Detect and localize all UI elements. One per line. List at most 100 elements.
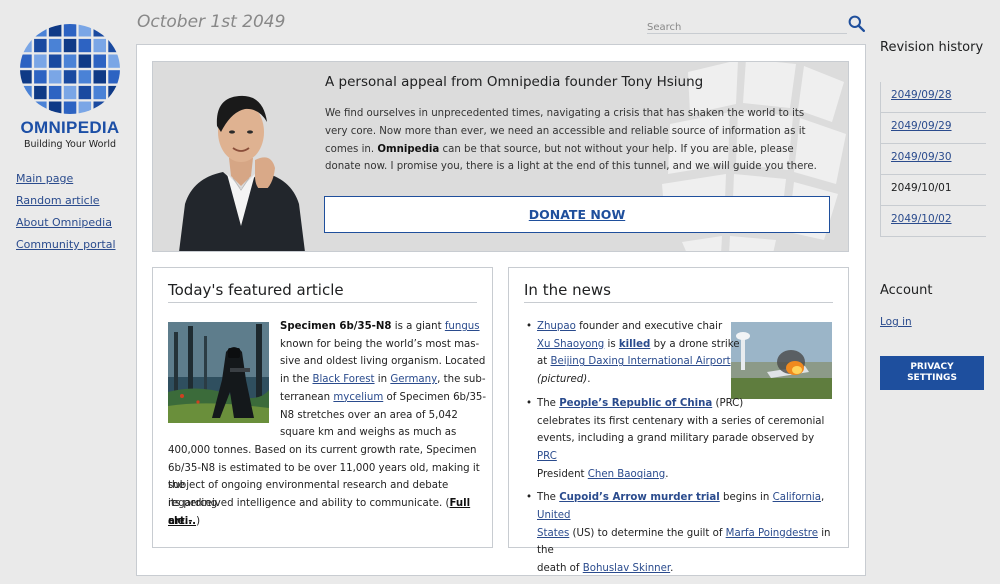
logo-tagline: Building Your World [23, 139, 117, 150]
revision-link[interactable]: 2049/09/28 [881, 82, 986, 113]
news-item: Zhupao founder and executive chair Xu Sh… [524, 318, 834, 389]
link-marfa-poingdestre[interactable]: Marfa Poingdestre [726, 528, 818, 539]
pictured-note: (pictured) [537, 374, 588, 386]
donate-now-button[interactable]: DONATE NOW [324, 196, 830, 233]
text: begins in [719, 492, 773, 504]
appeal-title: A personal appeal from Omnipedia founder… [325, 74, 704, 90]
globe-tile [78, 101, 92, 114]
text: , the sub- [437, 374, 486, 386]
link-prc-abbr[interactable]: PRC [537, 451, 557, 462]
search-input[interactable] [647, 20, 837, 35]
text: events, including a grand military parad… [537, 433, 815, 445]
link-california[interactable]: California [773, 492, 821, 503]
text: The [537, 492, 560, 504]
divider [524, 302, 833, 303]
globe-tile [108, 101, 120, 114]
link-airport[interactable]: Beijing Daxing International Airport [550, 356, 730, 367]
privacy-label-line2: SETTINGS [907, 373, 957, 383]
link-chen-baoqiang[interactable]: Chen Baoqiang [588, 469, 665, 480]
globe-tile [108, 54, 120, 68]
link-killed[interactable]: killed [619, 339, 650, 350]
featured-title: Today's featured article [168, 281, 344, 299]
link-xu-shaoyong[interactable]: Xu Shaoyong [537, 339, 604, 350]
login-link[interactable]: Log in [880, 316, 912, 328]
left-navigation: Main page Random article About Omnipedia… [16, 172, 116, 260]
privacy-settings-button[interactable]: PRIVACY SETTINGS [880, 356, 984, 390]
globe-tile [93, 85, 106, 100]
featured-line: square km and weighs as much as [280, 427, 457, 439]
link-zhupao[interactable]: Zhupao [537, 321, 576, 332]
logo-wordmark: OMNIPEDIA [20, 118, 120, 137]
globe-tile [108, 24, 120, 37]
link-prc[interactable]: People’s Republic of China [559, 398, 712, 409]
appeal-body: We find ourselves in unprecedented times… [325, 105, 825, 176]
text: is [604, 338, 619, 350]
link-germany[interactable]: Germany [390, 374, 437, 385]
globe-tile [63, 101, 77, 114]
account-title: Account [880, 283, 933, 298]
featured-article-image[interactable] [168, 322, 269, 423]
nav-about[interactable]: About Omnipedia [16, 216, 116, 229]
featured-line: cle...) [168, 513, 200, 531]
text: at [537, 356, 551, 368]
privacy-button-label: PRIVACY SETTINGS [907, 362, 957, 384]
globe-tile [34, 54, 47, 68]
globe-tile [93, 70, 106, 84]
globe-tile [48, 85, 62, 100]
link-mycelium[interactable]: mycelium [333, 392, 383, 403]
text: ) [196, 515, 201, 527]
globe-logo-icon [20, 24, 120, 114]
text: celebrates its first centenary with a se… [537, 415, 825, 427]
globe-tile [63, 54, 77, 68]
text: . [665, 468, 669, 480]
revision-current: 2049/10/01 [881, 175, 986, 206]
globe-tile [20, 85, 32, 100]
globe-tile [34, 70, 47, 84]
globe-tile [63, 24, 77, 37]
nav-random-article[interactable]: Random article [16, 194, 116, 207]
globe-tile [108, 70, 120, 84]
link-murder-trial[interactable]: Cupoid’s Arrow murder trial [559, 492, 720, 503]
privacy-label-line1: PRIVACY [910, 362, 954, 372]
revision-link[interactable]: 2049/09/29 [881, 113, 986, 144]
globe-tile [48, 24, 62, 37]
revision-link[interactable]: 2049/09/30 [881, 144, 986, 175]
globe-tile [48, 38, 62, 53]
text: . [670, 563, 674, 575]
globe-tile [20, 54, 32, 68]
globe-tile [20, 101, 32, 114]
globe-tile [34, 24, 47, 37]
revision-link[interactable]: 2049/10/02 [881, 206, 986, 237]
globe-tile [78, 54, 92, 68]
news-title: In the news [524, 281, 611, 299]
globe-tile [48, 70, 62, 84]
featured-line: in the Black Forest in Germany, the sub- [280, 371, 486, 389]
featured-line: Specimen 6b/35-N8 is a giant fungus [280, 318, 480, 336]
text: terranean [280, 391, 334, 403]
nav-community-portal[interactable]: Community portal [16, 238, 116, 251]
featured-line: terranean mycelium of Specimen 6b/35- [280, 389, 486, 407]
featured-article-box: Today's featured article Specimen 6b/35-… [152, 267, 493, 548]
link-black-forest[interactable]: Black Forest [312, 374, 374, 385]
featured-line: sive and oldest living organism. Located [280, 356, 486, 368]
omnipedia-logo[interactable]: OMNIPEDIA Building Your World [14, 22, 126, 150]
text: in the [280, 374, 313, 386]
text: The [537, 397, 560, 409]
text: (PRC) [712, 397, 744, 409]
nav-main-page[interactable]: Main page [16, 172, 116, 185]
text: of Specimen 6b/35- [383, 391, 487, 403]
globe-tile [93, 24, 106, 37]
link-united-states-cont[interactable]: States [537, 528, 569, 539]
search-icon[interactable] [848, 15, 865, 32]
link-fungus[interactable]: fungus [445, 321, 480, 332]
full-article-link-cont[interactable]: cle... [168, 516, 196, 527]
donation-appeal-banner: A personal appeal from Omnipedia founder… [152, 61, 849, 252]
globe-tile [20, 70, 32, 84]
globe-tile [78, 85, 92, 100]
globe-tile [78, 38, 92, 53]
link-united-states[interactable]: United [537, 510, 570, 521]
link-bohuslav-skinner[interactable]: Bohuslav Skinner [583, 563, 670, 574]
revision-history-title: Revision history [880, 40, 984, 55]
text: President [537, 468, 588, 480]
globe-tile [78, 70, 92, 84]
